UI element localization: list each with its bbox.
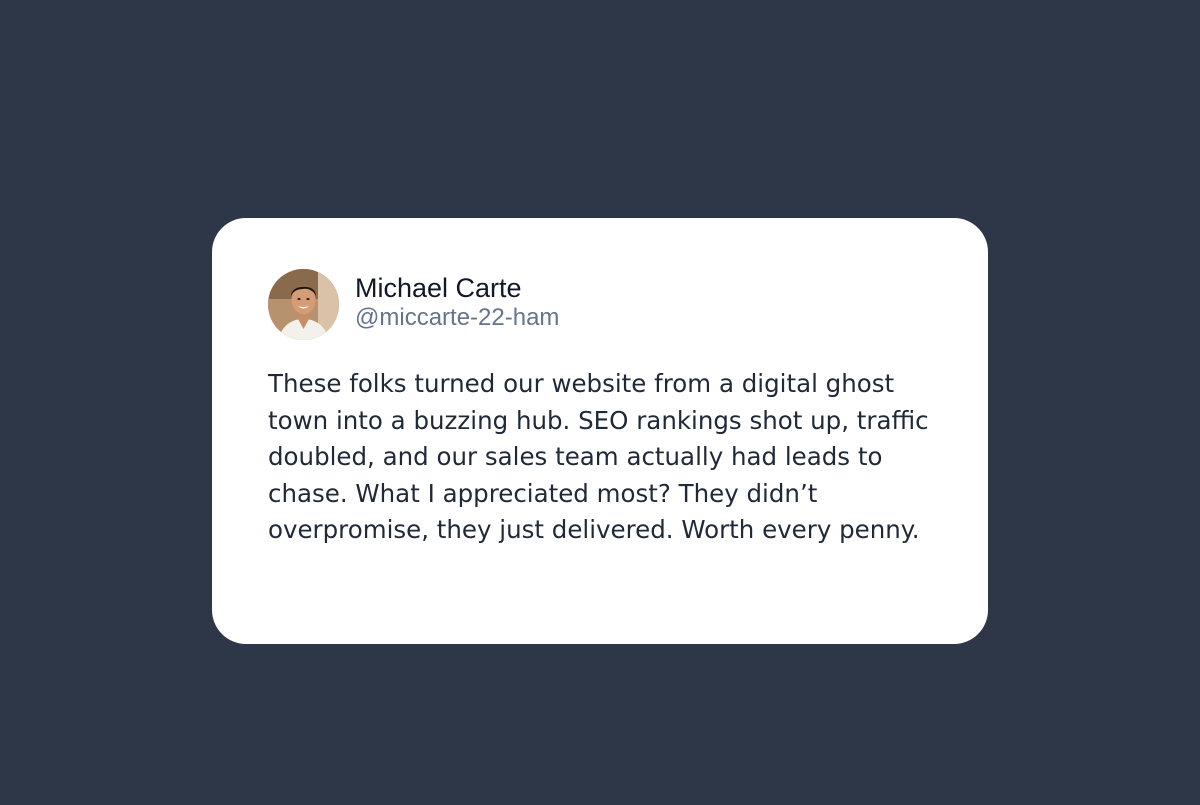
avatar xyxy=(268,269,339,340)
author-handle: @miccarte-22-ham xyxy=(355,304,560,331)
avatar-photo-icon xyxy=(268,269,339,340)
testimonial-card: Michael Carte @miccarte-22-ham These fol… xyxy=(212,218,988,644)
testimonial-text: These folks turned our website from a di… xyxy=(268,369,929,545)
author-name: Michael Carte xyxy=(355,273,522,303)
